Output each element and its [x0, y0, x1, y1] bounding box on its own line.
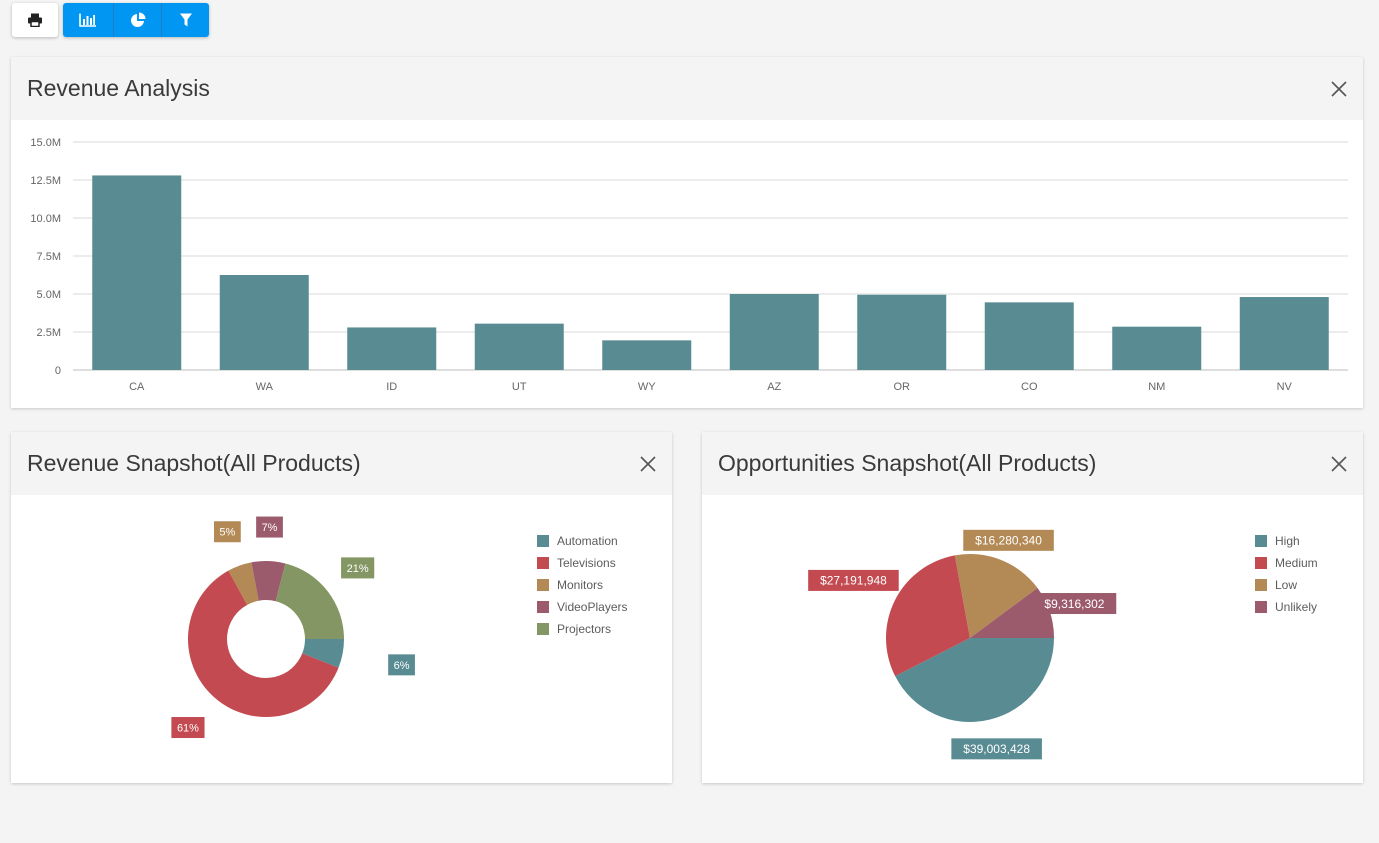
- data-label: 7%: [262, 522, 278, 534]
- bar-az[interactable]: [729, 294, 819, 370]
- close-icon[interactable]: [1329, 79, 1349, 99]
- legend-label: VideoPlayers: [557, 600, 628, 614]
- x-tick-label: AZ: [767, 381, 781, 393]
- chart-type-buttons: [63, 3, 209, 37]
- legend-label: High: [1275, 534, 1300, 548]
- y-tick-label: 7.5M: [37, 251, 61, 263]
- legend-swatch: [1255, 557, 1267, 569]
- legend-label: Automation: [557, 534, 618, 548]
- panel-header: Opportunities Snapshot(All Products): [702, 432, 1363, 495]
- legend-label: Monitors: [557, 578, 604, 592]
- data-label: $9,316,302: [1044, 597, 1104, 611]
- y-tick-label: 2.5M: [37, 327, 61, 339]
- x-tick-label: UT: [512, 381, 527, 393]
- revenue-bar-chart: 0 2.5M 5.0M 7.5M 10.0M 12.5M 15.0M CA WA ID UT WY AZ…: [30, 137, 1348, 393]
- bar-nv[interactable]: [1239, 297, 1329, 370]
- data-label: 21%: [347, 563, 369, 575]
- legend-swatch: [537, 601, 549, 613]
- x-tick-label: NV: [1277, 381, 1293, 393]
- panel-header: Revenue Analysis: [11, 57, 1363, 120]
- panel-title: Revenue Snapshot(All Products): [27, 450, 361, 476]
- x-tick-label: CA: [129, 381, 145, 393]
- legend-swatch: [1255, 579, 1267, 591]
- filter-icon: [179, 13, 192, 27]
- data-label: $39,003,428: [963, 742, 1030, 756]
- legend-swatch: [537, 535, 549, 547]
- filter-button[interactable]: [161, 3, 209, 37]
- pie-chart-icon: [130, 12, 145, 27]
- legend-swatch: [537, 623, 549, 635]
- bar-chart-button[interactable]: [63, 3, 113, 37]
- bar-nm[interactable]: [1112, 326, 1202, 370]
- legend-item-high[interactable]: High: [1255, 530, 1318, 552]
- y-tick-label: 15.0M: [30, 137, 61, 149]
- bar-or[interactable]: [857, 294, 947, 370]
- legend-item-monitors[interactable]: Monitors: [537, 574, 628, 596]
- panel-title: Opportunities Snapshot(All Products): [718, 450, 1097, 476]
- revenue-snapshot-panel: Revenue Snapshot(All Products) 6% 61% 5% 7%…: [11, 432, 672, 783]
- data-label: $27,191,948: [820, 574, 887, 588]
- bar-ca[interactable]: [92, 175, 182, 370]
- bar-id[interactable]: [347, 327, 437, 370]
- panel-title: Revenue Analysis: [27, 75, 210, 101]
- panel-header: Revenue Snapshot(All Products): [11, 432, 672, 495]
- legend-item-medium[interactable]: Medium: [1255, 552, 1318, 574]
- pie-chart-button[interactable]: [113, 3, 161, 37]
- revenue-analysis-panel: Revenue Analysis 0 2.5M 5.0M 7.5M 10.0M 12.5M…: [11, 57, 1363, 408]
- toolbar: [12, 3, 209, 37]
- legend-label: Medium: [1275, 556, 1318, 570]
- legend-swatch: [1255, 535, 1267, 547]
- legend-item-low[interactable]: Low: [1255, 574, 1318, 596]
- legend-label: Low: [1275, 578, 1298, 592]
- y-tick-label: 5.0M: [37, 289, 61, 301]
- legend-label: Televisions: [557, 556, 616, 570]
- print-button[interactable]: [12, 3, 58, 37]
- x-tick-label: WA: [256, 381, 274, 393]
- legend-swatch: [537, 557, 549, 569]
- close-icon[interactable]: [638, 454, 658, 474]
- data-label: $16,280,340: [975, 534, 1042, 548]
- legend-item-televisions[interactable]: Televisions: [537, 552, 628, 574]
- legend-item-unlikely[interactable]: Unlikely: [1255, 596, 1318, 618]
- x-tick-label: NM: [1148, 381, 1165, 393]
- x-tick-label: OR: [894, 381, 911, 393]
- data-label: 6%: [394, 660, 410, 672]
- legend-swatch: [1255, 601, 1267, 613]
- bar-wa[interactable]: [219, 275, 309, 370]
- y-tick-label: 10.0M: [30, 213, 61, 225]
- bar-co[interactable]: [984, 302, 1074, 370]
- data-label: 61%: [177, 722, 199, 734]
- data-label: 5%: [219, 527, 235, 539]
- x-tick-label: ID: [386, 381, 397, 393]
- y-tick-label: 12.5M: [30, 175, 61, 187]
- slice-projectors[interactable]: [275, 563, 344, 639]
- legend-item-automation[interactable]: Automation: [537, 530, 628, 552]
- legend-label: Unlikely: [1275, 600, 1318, 614]
- donut-legend: Automation Televisions Monitors VideoPlayer…: [537, 530, 628, 640]
- legend-item-projectors[interactable]: Projectors: [537, 618, 628, 640]
- legend-label: Projectors: [557, 622, 612, 636]
- bar-ut[interactable]: [474, 323, 564, 370]
- opportunities-snapshot-panel: Opportunities Snapshot(All Products) $39…: [702, 432, 1363, 783]
- legend-item-videoplayers[interactable]: VideoPlayers: [537, 596, 628, 618]
- legend-swatch: [537, 579, 549, 591]
- x-tick-label: CO: [1021, 381, 1038, 393]
- pie-legend: High Medium Low Unlikely: [1255, 530, 1318, 618]
- print-icon: [28, 13, 42, 27]
- bar-wy[interactable]: [602, 340, 692, 370]
- y-tick-label: 0: [55, 365, 61, 377]
- x-tick-label: WY: [638, 381, 656, 393]
- close-icon[interactable]: [1329, 454, 1349, 474]
- bar-chart-icon: [79, 13, 96, 27]
